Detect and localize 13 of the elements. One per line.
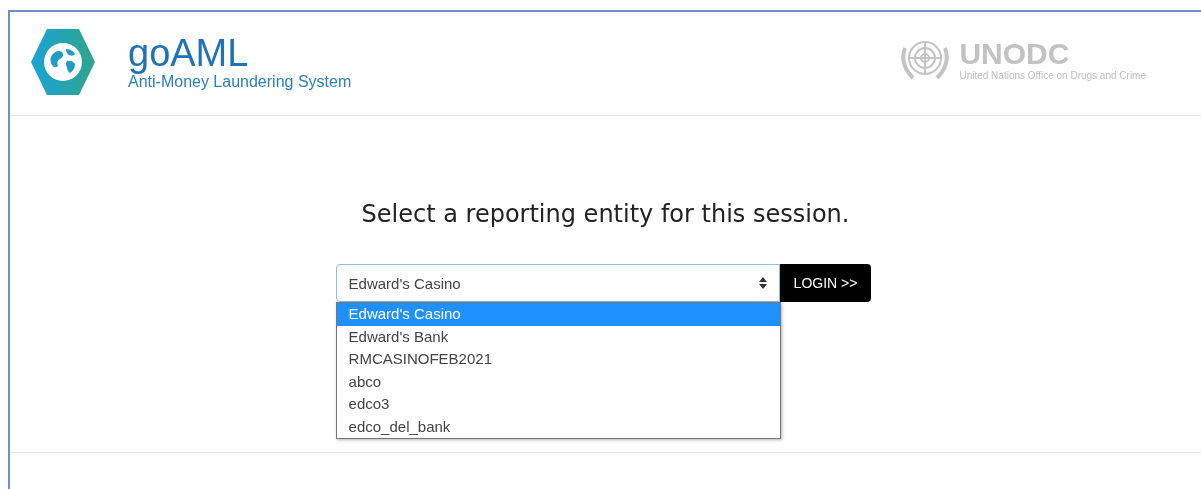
page-heading: Select a reporting entity for this session.	[361, 200, 850, 228]
dropdown-option[interactable]: edco_del_bank	[336, 415, 780, 438]
org-name: UNODC	[959, 38, 1071, 70]
org-subtitle: United Nations Office on Drugs and Crime	[959, 70, 1146, 81]
app-name: goAML	[128, 32, 250, 73]
entity-select[interactable]: Edward's Casino	[335, 264, 780, 302]
dropdown-option[interactable]: edco3	[336, 393, 780, 416]
dropdown-option[interactable]: abco	[336, 370, 780, 393]
dropdown-option[interactable]: Edward's Bank	[336, 325, 780, 348]
globe-logo-icon	[30, 26, 96, 97]
dropdown-option[interactable]: RMCASINOFEB2021	[336, 348, 780, 371]
login-button[interactable]: LOGIN >>	[779, 264, 872, 302]
sort-arrows-icon	[758, 277, 767, 289]
